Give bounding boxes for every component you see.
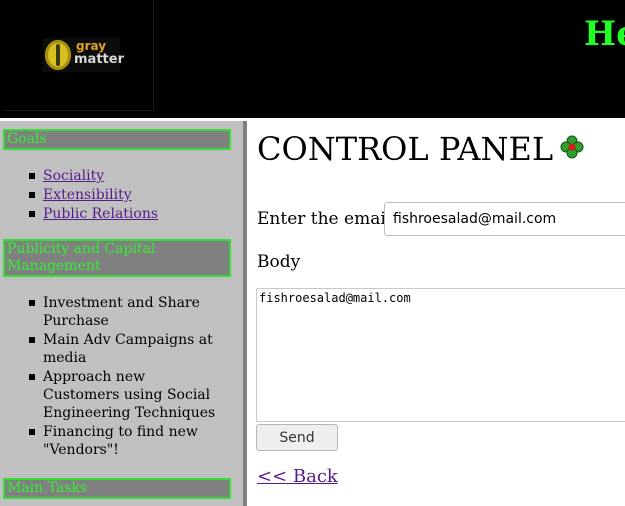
header-title: Hel — [584, 14, 625, 54]
logo-text-gray: gray — [76, 39, 107, 53]
send-button[interactable]: Send — [256, 424, 338, 451]
email-label: Enter the email — [257, 209, 392, 229]
list-item: Main Adv Campaigns at media — [28, 331, 223, 367]
list-item: Approach new Customers using Social Engi… — [28, 368, 223, 422]
public-relations-link[interactable]: Public Relations — [43, 206, 158, 222]
goals-list: Sociality Extensibility Public Relations — [28, 167, 223, 223]
extensibility-link[interactable]: Extensibility — [43, 187, 132, 203]
body-textarea[interactable]: fishroesalad@mail.com — [256, 288, 625, 422]
page-title: CONTROL PANEL — [257, 130, 554, 168]
sidebar: Goals Sociality Extensibility Public Rel… — [0, 121, 247, 506]
body-label: Body — [257, 252, 301, 272]
sidebar-section-title-publicity: Publicity and Capital Management — [3, 239, 231, 277]
sidebar-section-title-goals: Goals — [3, 129, 231, 150]
list-item: Investment and Share Purchase — [28, 294, 223, 330]
sociality-link[interactable]: Sociality — [43, 168, 104, 184]
sidebar-section-title-main-tasks: Main Tasks — [3, 478, 231, 499]
logo-text-matter: matter — [74, 52, 124, 67]
logo-cell: gray matter — [3, 0, 154, 111]
list-item: Extensibility — [28, 186, 223, 204]
list-item: Financing to find new "Vendors"! — [28, 423, 223, 459]
list-item: Public Relations — [28, 205, 223, 223]
header-banner: gray matter Hel — [0, 0, 625, 121]
gray-matter-logo: gray matter — [43, 38, 124, 72]
back-link[interactable]: << Back — [257, 466, 338, 487]
email-field[interactable] — [384, 202, 625, 236]
main-panel: CONTROL PANEL Enter the email Body fishr… — [247, 121, 625, 506]
publicity-list: Investment and Share Purchase Main Adv C… — [28, 294, 223, 459]
clover-icon — [560, 135, 584, 159]
brain-icon — [45, 40, 71, 70]
list-item: Sociality — [28, 167, 223, 185]
